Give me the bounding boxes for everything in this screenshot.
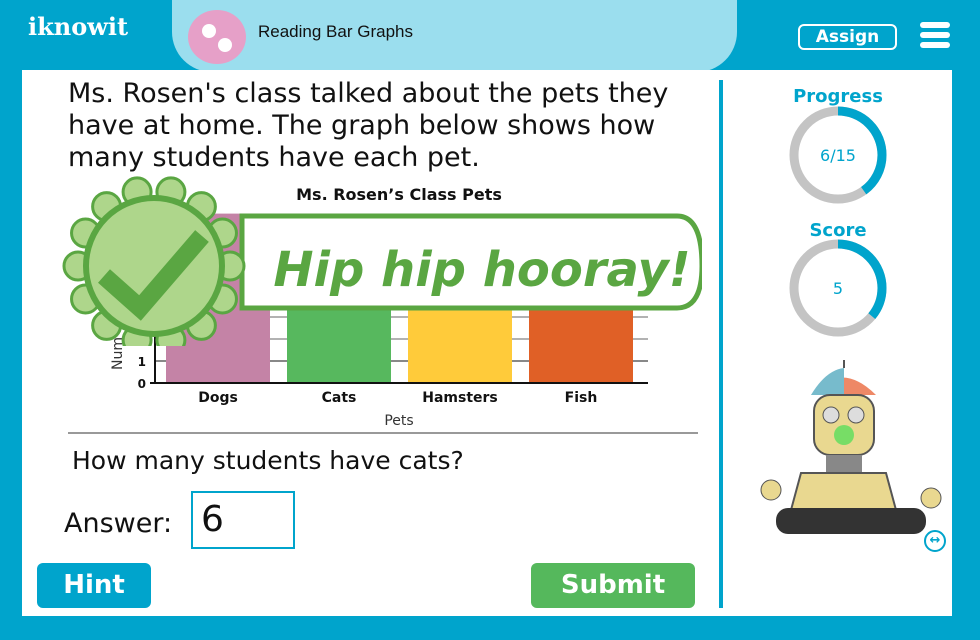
checkmark-badge-icon xyxy=(62,176,246,346)
divider-line xyxy=(68,432,698,434)
answer-label: Answer: xyxy=(64,508,173,539)
robot-mascot xyxy=(760,360,942,534)
topic-icon xyxy=(188,10,246,64)
hint-button[interactable]: Hint xyxy=(37,563,151,608)
assign-button[interactable]: Assign xyxy=(798,24,897,50)
score-gauge: 5 xyxy=(789,239,887,337)
submit-button[interactable]: Submit xyxy=(531,563,695,608)
y-tick-label: 0 xyxy=(138,377,146,391)
progress-text: 6/15 xyxy=(820,146,856,165)
answer-input[interactable]: 6 xyxy=(191,491,295,549)
progress-gauge: 6/15 xyxy=(789,106,887,204)
divider xyxy=(719,80,723,608)
x-tick-label: Cats xyxy=(322,390,357,406)
x-tick-label: Dogs xyxy=(198,390,238,406)
swap-arrows-icon[interactable]: ↔ xyxy=(924,530,946,552)
question-text: Ms. Rosen's class talked about the pets … xyxy=(68,78,669,173)
x-axis-label: Pets xyxy=(384,413,413,429)
progress-label: Progress xyxy=(793,86,883,107)
sub-question: How many students have cats? xyxy=(72,446,464,475)
topic-tab xyxy=(172,0,737,72)
feedback-banner: Hip hip hooray! xyxy=(62,176,702,346)
feedback-text: Hip hip hooray! xyxy=(273,242,690,298)
score-text: 5 xyxy=(833,279,843,298)
y-tick-label: 1 xyxy=(138,355,146,369)
hamburger-icon[interactable] xyxy=(920,22,950,52)
x-tick-label: Hamsters xyxy=(422,390,498,406)
x-tick-label: Fish xyxy=(565,390,598,406)
iknowit-logo[interactable]: iknowit xyxy=(28,12,128,41)
topic-title: Reading Bar Graphs xyxy=(258,22,413,41)
